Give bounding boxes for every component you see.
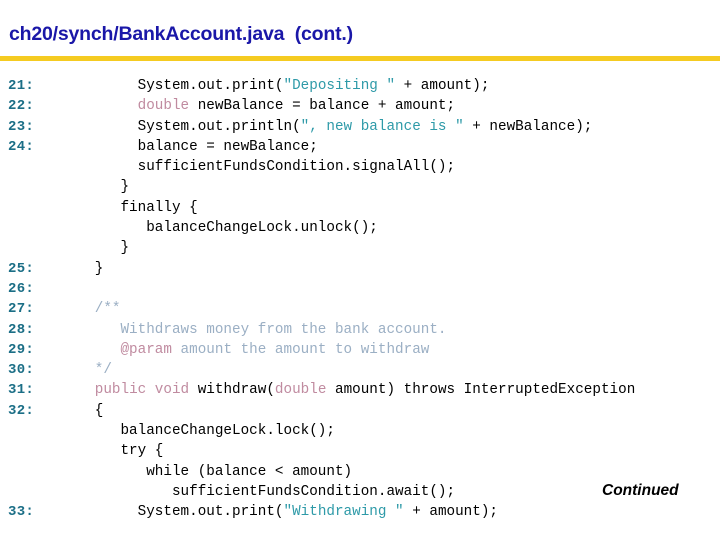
code-token-keyword: double xyxy=(137,98,190,115)
code-token-keyword: double xyxy=(274,382,327,399)
code-line: 30: */ xyxy=(0,360,720,380)
code-token-tag: @param xyxy=(69,341,172,358)
code-line: sufficientFundsCondition.signalAll(); xyxy=(0,157,720,177)
slide-header: ch20/synch/BankAccount.java (cont.) xyxy=(0,0,720,62)
code-line-text: try { xyxy=(69,441,163,461)
code-line-text: balance = newBalance; xyxy=(69,137,318,157)
code-line-number: 33: xyxy=(8,504,35,521)
code-line-text: } xyxy=(69,177,129,197)
page-title: ch20/synch/BankAccount.java (cont.) xyxy=(9,23,353,45)
code-token-plain: System.out.println( xyxy=(69,118,301,135)
code-token-comment: amount the amount to withdraw xyxy=(171,341,430,358)
code-line-number: 27: xyxy=(8,301,35,318)
code-token-comment: */ xyxy=(69,362,112,379)
code-token-string: ", new balance is " xyxy=(300,118,464,135)
code-line: 32: { xyxy=(0,401,720,421)
code-token-plain: + amount); xyxy=(403,504,498,521)
code-token-plain: sufficientFundsCondition.await(); xyxy=(69,483,456,500)
code-line-text: public void withdraw(double amount) thro… xyxy=(69,380,636,400)
code-token-plain: amount) throws InterruptedException xyxy=(326,382,636,399)
code-token-string: "Withdrawing " xyxy=(283,504,404,521)
code-line-text: { xyxy=(69,401,104,421)
code-token-plain: + newBalance); xyxy=(463,118,593,135)
code-token-plain: finally { xyxy=(69,199,198,216)
continued-label: Continued xyxy=(602,482,679,499)
code-line: 33: System.out.print("Withdrawing " + am… xyxy=(0,502,720,522)
code-line: 22: double newBalance = balance + amount… xyxy=(0,96,720,116)
code-line-text: Withdraws money from the bank account. xyxy=(69,320,447,340)
code-token-plain: } xyxy=(69,240,130,257)
code-line: balanceChangeLock.unlock(); xyxy=(0,218,720,238)
code-token-plain: } xyxy=(69,179,130,196)
code-listing: 21: System.out.print("Depositing " + amo… xyxy=(0,76,720,523)
code-line-text: sufficientFundsCondition.await(); xyxy=(69,482,455,502)
code-line: while (balance < amount) xyxy=(0,462,720,482)
code-line-text: balanceChangeLock.lock(); xyxy=(69,421,335,441)
code-line-number: 23: xyxy=(8,118,35,135)
code-line-number: 32: xyxy=(8,402,35,419)
code-line-number: 28: xyxy=(8,321,35,338)
code-token-plain: System.out.print( xyxy=(69,504,284,521)
code-token-plain: while (balance < amount) xyxy=(69,463,353,480)
code-line-number: 25: xyxy=(8,260,35,277)
code-line: finally { xyxy=(0,198,720,218)
code-line: 31: public void withdraw(double amount) … xyxy=(0,380,720,400)
code-line-text: */ xyxy=(69,360,112,380)
code-line: 29: @param amount the amount to withdraw xyxy=(0,340,720,360)
code-line-number: 29: xyxy=(8,341,35,358)
code-token-comment: /** xyxy=(69,301,121,318)
code-line-text: System.out.print("Depositing " + amount)… xyxy=(69,76,490,96)
code-token-plain: balance = newBalance; xyxy=(69,138,318,155)
code-line-text: } xyxy=(69,238,129,258)
code-line-number: 24: xyxy=(8,138,35,155)
code-token-plain: System.out.print( xyxy=(69,78,284,94)
code-line: 28: Withdraws money from the bank accoun… xyxy=(0,320,720,340)
code-line-number: 30: xyxy=(8,362,35,379)
code-line-text: System.out.print("Withdrawing " + amount… xyxy=(69,502,498,522)
code-line-text: finally { xyxy=(69,198,198,218)
code-line-text: @param amount the amount to withdraw xyxy=(69,340,429,360)
code-line-number: 26: xyxy=(8,280,35,297)
code-token-comment: Withdraws money from the bank account. xyxy=(69,321,447,338)
code-line-text: while (balance < amount) xyxy=(69,462,352,482)
code-line-text: double newBalance = balance + amount; xyxy=(69,96,455,116)
code-token-plain: withdraw( xyxy=(189,382,275,399)
code-token-plain: balanceChangeLock.unlock(); xyxy=(69,220,378,237)
code-token-plain: + amount); xyxy=(395,78,490,94)
code-line: balanceChangeLock.lock(); xyxy=(0,421,720,441)
code-line: 23: System.out.println(", new balance is… xyxy=(0,117,720,137)
code-token-plain: { xyxy=(69,402,104,419)
code-token-plain: balanceChangeLock.lock(); xyxy=(69,423,335,440)
code-line-number: 31: xyxy=(8,382,35,399)
code-line-text: System.out.println(", new balance is " +… xyxy=(69,117,593,137)
code-line: 21: System.out.print("Depositing " + amo… xyxy=(0,76,720,96)
code-token-plain: sufficientFundsCondition.signalAll(); xyxy=(69,159,456,176)
code-line-text: } xyxy=(69,259,104,279)
code-line: try { xyxy=(0,441,720,461)
code-token-keyword: public void xyxy=(94,382,190,399)
code-line: 24: balance = newBalance; xyxy=(0,137,720,157)
code-line: 27: /** xyxy=(0,299,720,319)
code-line-number: 22: xyxy=(8,98,35,115)
code-line: 26: xyxy=(0,279,720,299)
code-line-text: /** xyxy=(69,299,121,319)
code-line-text: balanceChangeLock.unlock(); xyxy=(69,218,378,238)
title-divider-rule xyxy=(0,56,720,61)
code-token-plain: } xyxy=(69,260,104,277)
code-line-number: 21: xyxy=(8,78,35,94)
code-line: } xyxy=(0,177,720,197)
code-line: } xyxy=(0,238,720,258)
code-line: 25: } xyxy=(0,259,720,279)
code-line-text: sufficientFundsCondition.signalAll(); xyxy=(69,157,455,177)
code-token-string: "Depositing " xyxy=(283,78,396,94)
code-token-plain: try { xyxy=(69,443,164,460)
code-token-plain: newBalance = balance + amount; xyxy=(189,98,456,115)
